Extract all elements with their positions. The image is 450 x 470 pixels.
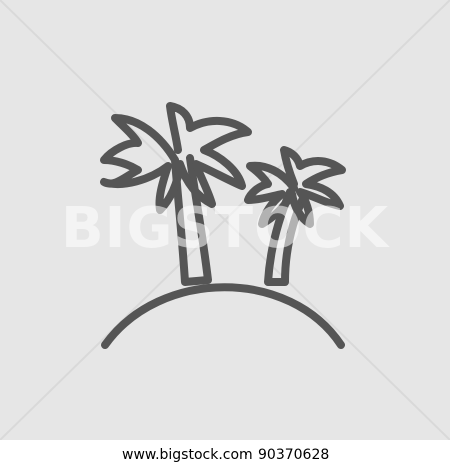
palm-trees-island-icon [100,102,346,349]
footer-site: www.bigstock.com [122,447,253,463]
footer-separator: · [244,447,249,463]
footer-bar: www.bigstock.com · 90370628 [0,440,450,470]
footer-image-id: 90370628 [258,447,330,463]
small-palm-fronds [244,146,346,228]
island-hill [101,283,345,349]
image-canvas: BIGSTOCK [0,0,450,440]
